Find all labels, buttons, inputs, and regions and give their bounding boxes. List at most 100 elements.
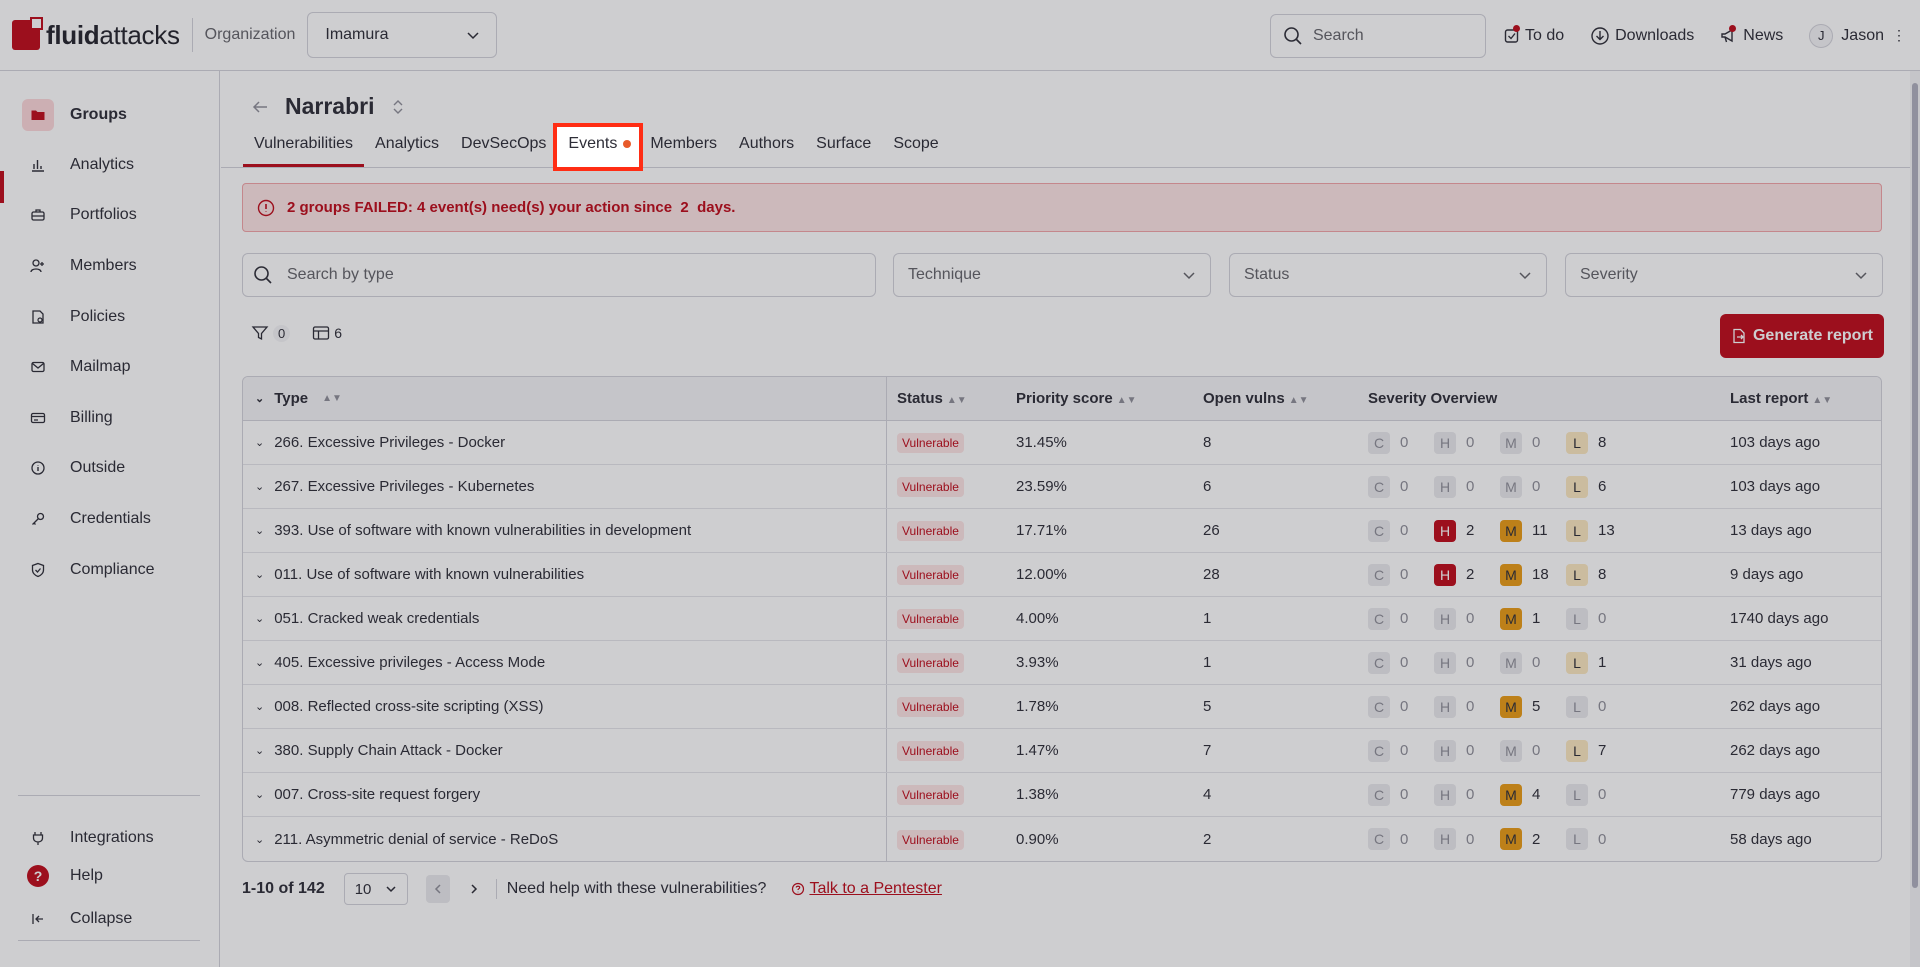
table-row[interactable]: ⌄ 051. Cracked weak credentials Vulnerable… — [243, 597, 1881, 641]
page-size-select[interactable]: 10 — [343, 873, 408, 905]
status-select[interactable]: Status — [1229, 253, 1547, 297]
vulnerability-type[interactable]: 051. Cracked weak credentials — [274, 610, 479, 627]
type-column-header[interactable]: ⌄ Type ▲▼ — [243, 377, 887, 420]
tab-authors[interactable]: Authors — [728, 127, 805, 167]
vulnerability-type[interactable]: 211. Asymmetric denial of service - ReDo… — [274, 831, 558, 848]
expand-row-icon[interactable]: ⌄ — [255, 436, 264, 449]
downloads-button[interactable]: Downloads — [1590, 26, 1694, 46]
vulnerability-type[interactable]: 266. Excessive Privileges - Docker — [274, 434, 505, 451]
sidebar-item-analytics[interactable]: Analytics — [22, 145, 202, 185]
table-row[interactable]: ⌄ 211. Asymmetric denial of service - ReD… — [243, 817, 1881, 861]
vulnerability-type[interactable]: 405. Excessive privileges - Access Mode — [274, 654, 545, 671]
table-row[interactable]: ⌄ 393. Use of software with known vulnera… — [243, 509, 1881, 553]
fluidattacks-logo[interactable]: fluidattacks — [12, 17, 180, 51]
table-row[interactable]: ⌄ 405. Excessive privileges - Access Mode… — [243, 641, 1881, 685]
news-notification-dot — [1729, 24, 1737, 32]
alert-text: 2 groups FAILED: 4 event(s) need(s) your… — [287, 199, 736, 216]
sidebar-collapse[interactable]: Collapse — [22, 899, 202, 939]
tab-vulnerabilities[interactable]: Vulnerabilities — [243, 127, 365, 167]
expand-row-icon[interactable]: ⌄ — [255, 700, 264, 713]
tab-scope[interactable]: Scope — [882, 127, 949, 167]
table-row[interactable]: ⌄ 267. Excessive Privileges - Kubernetes V… — [243, 465, 1881, 509]
alert-circle-icon — [257, 199, 275, 216]
severity-m: M0 — [1500, 431, 1566, 454]
global-search-input[interactable]: Search — [1269, 13, 1486, 58]
sidebar-item-credentials[interactable]: Credentials — [22, 499, 202, 539]
vulnerability-type[interactable]: 011. Use of software with known vulnerab… — [274, 566, 584, 583]
news-button[interactable]: News — [1720, 24, 1783, 45]
expand-row-icon[interactable]: ⌄ — [255, 612, 264, 625]
vulnerability-type[interactable]: 008. Reflected cross-site scripting (XSS… — [274, 698, 543, 715]
severity-c: C0 — [1368, 563, 1434, 586]
tab-events[interactable]: Events — [553, 123, 644, 171]
sidebar-item-compliance[interactable]: Compliance — [22, 550, 202, 590]
expand-row-icon[interactable]: ⌄ — [255, 833, 264, 846]
table-row[interactable]: ⌄ 011. Use of software with known vulnera… — [243, 553, 1881, 597]
vulnerability-type[interactable]: 380. Supply Chain Attack - Docker — [274, 742, 502, 759]
chevron-down-icon[interactable]: ⌄ — [255, 392, 264, 405]
sidebar-item-members[interactable]: Members — [22, 246, 202, 286]
severity-h-badge: H — [1434, 475, 1456, 498]
sidebar-help[interactable]: ? Help — [22, 856, 202, 896]
status-column-header[interactable]: Status ▲▼ — [897, 390, 967, 407]
table-row[interactable]: ⌄ 008. Reflected cross-site scripting (XS… — [243, 685, 1881, 729]
back-arrow-icon[interactable] — [251, 99, 269, 115]
filters-button[interactable]: 0 — [251, 324, 291, 342]
columns-button[interactable]: 6 — [312, 324, 342, 342]
table-row[interactable]: ⌄ 380. Supply Chain Attack - Docker Vulner… — [243, 729, 1881, 773]
expand-row-icon[interactable]: ⌄ — [255, 568, 264, 581]
organization-label: Organization — [204, 26, 296, 43]
sidebar-item-portfolios[interactable]: Portfolios — [22, 195, 202, 235]
severity-m: M0 — [1500, 651, 1566, 674]
sort-icon: ▲▼ — [322, 393, 342, 404]
expand-row-icon[interactable]: ⌄ — [255, 788, 264, 801]
tab-devsecops[interactable]: DevSecOps — [450, 127, 557, 167]
sidebar-item-groups[interactable]: Groups — [22, 95, 202, 135]
expand-row-icon[interactable]: ⌄ — [255, 524, 264, 537]
vulnerability-type[interactable]: 393. Use of software with known vulnerab… — [274, 522, 691, 539]
last-report: 103 days ago — [1730, 478, 1821, 495]
previous-page-button[interactable] — [425, 875, 450, 903]
search-icon — [254, 266, 272, 284]
sidebar-item-billing[interactable]: Billing — [22, 398, 202, 438]
page-scrollbar[interactable] — [1910, 71, 1920, 967]
severity-h-count: 0 — [1466, 654, 1475, 671]
table-row[interactable]: ⌄ 007. Cross-site request forgery Vulnerab… — [243, 773, 1881, 817]
sidebar-item-policies[interactable]: Policies — [22, 297, 202, 337]
technique-select[interactable]: Technique — [893, 253, 1211, 297]
severity-h-count: 0 — [1466, 434, 1475, 451]
sidebar-integrations[interactable]: Integrations — [22, 818, 202, 858]
expand-row-icon[interactable]: ⌄ — [255, 480, 264, 493]
expand-row-icon[interactable]: ⌄ — [255, 744, 264, 757]
vulnerability-type[interactable]: 267. Excessive Privileges - Kubernetes — [274, 478, 534, 495]
severity-l: L1 — [1566, 651, 1632, 674]
mail-icon — [22, 351, 54, 383]
priority-column-header[interactable]: Priority score ▲▼ — [1016, 390, 1137, 407]
scrollbar-thumb[interactable] — [1912, 83, 1918, 888]
sidebar-item-mailmap[interactable]: Mailmap — [22, 347, 202, 387]
talk-to-pentester-link[interactable]: Talk to a Pentester — [791, 880, 942, 898]
search-by-type-input[interactable]: Search by type — [242, 253, 876, 297]
severity-m: M4 — [1500, 783, 1566, 806]
table-row[interactable]: ⌄ 266. Excessive Privileges - Docker Vulne… — [243, 421, 1881, 465]
tab-members[interactable]: Members — [639, 127, 728, 167]
switch-group-icon[interactable] — [390, 98, 406, 116]
severity-m-badge: M — [1500, 651, 1522, 674]
expand-row-icon[interactable]: ⌄ — [255, 656, 264, 669]
sidebar-item-outside[interactable]: Outside — [22, 448, 202, 488]
generate-report-button[interactable]: Generate report — [1720, 314, 1884, 358]
logo-mark-icon — [12, 17, 43, 50]
user-menu[interactable]: J Jason ⋮ — [1809, 23, 1906, 48]
severity-select[interactable]: Severity — [1565, 253, 1883, 297]
severity-l-count: 1 — [1598, 654, 1607, 671]
severity-overview: C0H0M2L0 — [1368, 828, 1632, 850]
vulnerability-type[interactable]: 007. Cross-site request forgery — [274, 786, 480, 803]
organization-select[interactable]: Imamura — [307, 12, 498, 58]
tab-analytics[interactable]: Analytics — [364, 127, 450, 167]
last-report: 262 days ago — [1730, 742, 1821, 759]
open-vulns-column-header[interactable]: Open vulns ▲▼ — [1203, 390, 1308, 407]
tab-surface[interactable]: Surface — [805, 127, 882, 167]
todo-button[interactable]: To do — [1504, 24, 1564, 45]
last-report-column-header[interactable]: Last report ▲▼ — [1730, 390, 1832, 407]
next-page-button[interactable] — [462, 875, 486, 903]
